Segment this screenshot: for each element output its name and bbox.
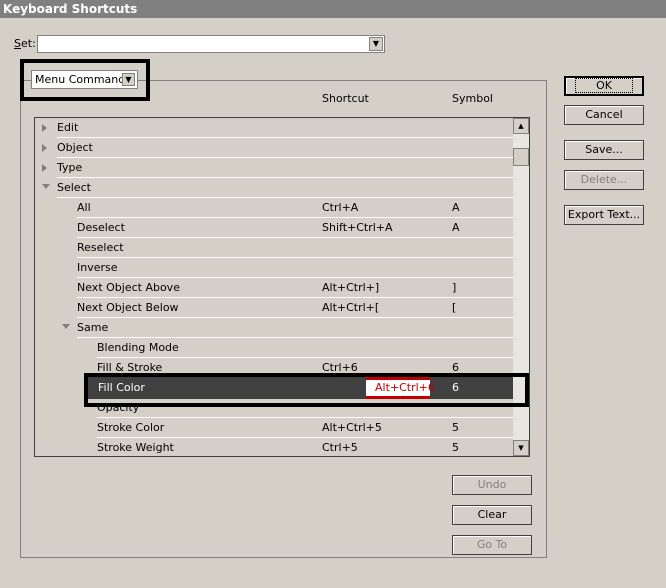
expand-down-icon[interactable]	[62, 324, 70, 329]
list-item-label: Inverse	[77, 261, 118, 274]
list-item[interactable]: Inverse	[35, 258, 515, 278]
list-item-symbol: A	[452, 221, 460, 234]
list-item-shortcut: Alt+Ctrl+]	[322, 281, 380, 294]
list-item-label: Object	[57, 141, 93, 154]
list-item-symbol: A	[452, 201, 460, 214]
list-item-shortcut: Alt+Ctrl+5	[322, 421, 382, 434]
highlight-callout-category	[20, 59, 150, 101]
window-title: Keyboard Shortcuts	[0, 0, 666, 18]
export-text-button[interactable]: Export Text...	[564, 205, 644, 225]
delete-button[interactable]: Delete...	[564, 170, 644, 190]
list-item-shortcut: Shift+Ctrl+A	[322, 221, 393, 234]
column-header-shortcut: Shortcut	[322, 92, 369, 105]
list-item[interactable]: Object	[35, 138, 515, 158]
list-item-symbol: 5	[452, 441, 459, 454]
list-item[interactable]: All Ctrl+A A	[35, 198, 515, 218]
list-item-label: Select	[57, 181, 91, 194]
expand-right-icon[interactable]	[42, 164, 47, 172]
list-item-label: Deselect	[77, 221, 125, 234]
expand-down-icon[interactable]	[42, 184, 50, 189]
list-item[interactable]: Stroke Weight Ctrl+5 5	[35, 438, 515, 456]
list-item-label: All	[77, 201, 91, 214]
list-item-shortcut: Ctrl+5	[322, 441, 358, 454]
scroll-up-icon[interactable]: ▲	[513, 118, 529, 134]
goto-button[interactable]: Go To	[452, 535, 532, 555]
list-item[interactable]: Stroke Color Alt+Ctrl+5 5	[35, 418, 515, 438]
column-header-symbol: Symbol	[452, 92, 493, 105]
save-button[interactable]: Save...	[564, 140, 644, 160]
list-item-symbol: 5	[452, 421, 459, 434]
list-item-label: Same	[77, 321, 109, 334]
set-label: Set:	[14, 37, 36, 50]
list-item[interactable]: Same	[35, 318, 515, 338]
ok-button[interactable]: OK	[564, 76, 644, 96]
list-item[interactable]: Deselect Shift+Ctrl+A A	[35, 218, 515, 238]
cancel-button[interactable]: Cancel	[564, 105, 644, 125]
list-item-label: Type	[57, 161, 83, 174]
list-item[interactable]: Blending Mode	[35, 338, 515, 358]
list-item[interactable]: Reselect	[35, 238, 515, 258]
list-item[interactable]: Next Object Above Alt+Ctrl+]]	[35, 278, 515, 298]
list-item[interactable]: Type	[35, 158, 515, 178]
list-item-symbol: ]	[452, 281, 457, 294]
undo-button[interactable]: Undo	[452, 475, 532, 495]
list-item-label: Next Object Above	[77, 281, 180, 294]
list-item[interactable]: Next Object Below Alt+Ctrl+[ [	[35, 298, 515, 318]
list-item-label: Stroke Weight	[97, 441, 174, 454]
expand-right-icon[interactable]	[42, 124, 47, 132]
list-item[interactable]: Select	[35, 178, 515, 198]
list-item-symbol: [	[452, 301, 457, 314]
list-item-label: Reselect	[77, 241, 124, 254]
scroll-thumb[interactable]	[513, 148, 529, 166]
list-item-shortcut: Alt+Ctrl+[	[322, 301, 380, 314]
chevron-down-icon[interactable]: ▼	[369, 37, 383, 51]
set-dropdown[interactable]: ▼	[37, 35, 385, 53]
list-item-label: Blending Mode	[97, 341, 179, 354]
clear-button[interactable]: Clear	[452, 505, 532, 525]
scroll-down-icon[interactable]: ▼	[513, 440, 529, 456]
list-item[interactable]: Edit	[35, 118, 515, 138]
list-item-label: Next Object Below	[77, 301, 179, 314]
highlight-callout-row	[84, 373, 529, 407]
list-item-label: Stroke Color	[97, 421, 165, 434]
list-item-shortcut: Ctrl+A	[322, 201, 359, 214]
list-item-label: Edit	[57, 121, 79, 134]
expand-right-icon[interactable]	[42, 144, 47, 152]
